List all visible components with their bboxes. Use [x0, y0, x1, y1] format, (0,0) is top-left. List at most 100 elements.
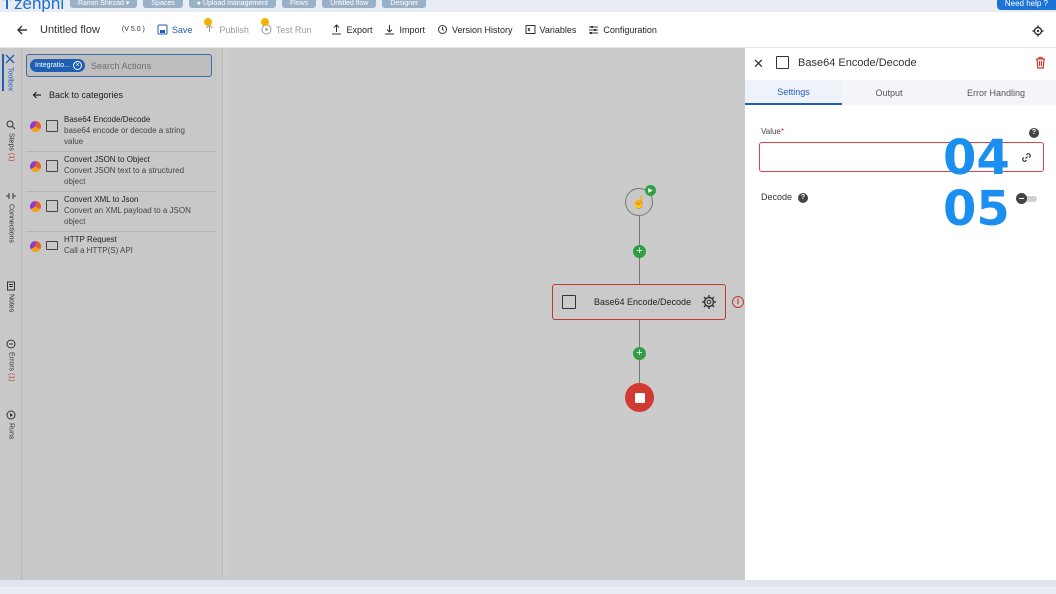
tab-errors[interactable]: Errors (1): [4, 339, 18, 382]
action-name: Convert XML to Json: [64, 195, 139, 204]
pointer-hand-icon: ☝: [631, 195, 647, 209]
base64-icon: [46, 120, 58, 132]
breadcrumb-designer[interactable]: Designer: [382, 0, 427, 8]
flow-title[interactable]: Untitled flow: [40, 24, 100, 36]
configuration-button[interactable]: Configuration: [588, 24, 657, 35]
back-to-categories-link[interactable]: Back to categories: [32, 90, 123, 100]
panel-title: Base64 Encode/Decode: [798, 57, 917, 69]
list-item[interactable]: Convert JSON to Object Convert JSON text…: [26, 152, 216, 192]
toolbox-icon: [5, 54, 15, 64]
tab-connections-label: Connections: [7, 204, 15, 243]
breadcrumb-spaces[interactable]: Spaces: [143, 0, 183, 8]
zenphi-logo-icon: [30, 161, 41, 172]
steps-text: Steps: [7, 133, 15, 151]
value-help-icon[interactable]: ?: [1029, 128, 1039, 138]
flow-canvas[interactable]: ☝ ▶ + Base64 Encode/Decode i +: [226, 48, 745, 580]
end-stop-node[interactable]: [625, 383, 654, 412]
action-text: Base64 Encode/Decode base64 encode or de…: [64, 115, 199, 147]
add-step-plus-icon[interactable]: +: [633, 245, 646, 258]
tab-settings[interactable]: Settings: [745, 80, 842, 105]
step-error-info-icon[interactable]: i: [732, 296, 744, 308]
decode-help-icon[interactable]: ?: [798, 193, 808, 203]
zenphi-logo-icon: [30, 241, 41, 252]
connections-icon: [6, 193, 16, 199]
tab-toolbox-label: Toolbox: [6, 67, 14, 92]
annotation-step-04: 04: [943, 130, 1010, 186]
version-history-label: Version History: [451, 24, 513, 35]
add-step-plus-icon[interactable]: +: [633, 347, 646, 360]
taskbar-line: [0, 587, 1056, 594]
breadcrumb-space[interactable]: ● Upload management: [188, 0, 276, 8]
annotation-step-05: 05: [943, 181, 1010, 237]
zenphi-logo-icon: [30, 201, 41, 212]
test-run-button[interactable]: Test Run: [260, 18, 311, 35]
breadcrumb-user[interactable]: Ramin Shirzad ▾: [70, 0, 138, 8]
tab-output[interactable]: Output: [842, 80, 936, 105]
runs-icon: [6, 410, 16, 420]
link-icon[interactable]: [1020, 151, 1033, 164]
decode-toggle[interactable]: [1016, 193, 1038, 204]
import-button[interactable]: Import: [384, 24, 425, 35]
import-label: Import: [399, 24, 425, 35]
history-icon: [437, 25, 447, 34]
search-actions-input[interactable]: [91, 60, 202, 71]
sliders-icon: [589, 26, 599, 34]
save-button[interactable]: Save: [157, 24, 192, 35]
steps-count: (1): [7, 152, 15, 162]
variables-icon: [525, 25, 536, 34]
search-icon: [6, 120, 16, 130]
required-asterisk: *: [780, 127, 784, 136]
list-item[interactable]: HTTP Request Call a HTTP(S) API: [26, 232, 216, 260]
action-description: Call a HTTP(S) API: [64, 246, 133, 255]
errors-text: Errors: [7, 352, 15, 372]
breadcrumb-flow[interactable]: Untitled flow: [322, 0, 377, 8]
action-description: base64 encode or decode a string value: [64, 126, 185, 146]
designer-toolbar: Untitled flow (V 5.0 ) Save Publish Test…: [0, 12, 1056, 48]
version-history-button[interactable]: Version History: [437, 24, 513, 35]
step-properties-panel: ✕ Base64 Encode/Decode Settings Output E…: [745, 48, 1056, 580]
export-button[interactable]: Export: [331, 24, 372, 35]
delete-trash-icon[interactable]: [1035, 56, 1046, 69]
back-to-categories-label: Back to categories: [49, 90, 124, 100]
base64-icon: [562, 295, 576, 309]
variables-label: Variables: [539, 24, 577, 35]
back-arrow-icon: [32, 91, 41, 99]
category-filter-chip[interactable]: Integratio... ×: [30, 59, 86, 72]
tab-toolbox[interactable]: Toolbox: [2, 54, 16, 92]
tab-connections[interactable]: Connections: [4, 191, 18, 243]
list-item[interactable]: Base64 Encode/Decode base64 encode or de…: [26, 112, 216, 152]
value-label-text: Value: [761, 127, 781, 136]
tab-steps[interactable]: Steps (1): [4, 120, 18, 161]
close-icon[interactable]: ✕: [753, 56, 764, 72]
tab-error-handling[interactable]: Error Handling: [936, 80, 1056, 105]
start-play-icon[interactable]: ▶: [645, 185, 656, 196]
breadcrumb-flows[interactable]: Flows: [281, 0, 317, 8]
breadcrumb: Ramin Shirzad ▾ Spaces ● Upload manageme…: [70, 0, 427, 8]
step-settings-gear-icon[interactable]: [701, 294, 717, 310]
base64-icon: [776, 56, 789, 69]
value-field-label: Value*: [761, 127, 784, 136]
list-item[interactable]: Convert XML to Json Convert an XML paylo…: [26, 192, 216, 232]
settings-gear-icon[interactable]: [1032, 24, 1044, 37]
variables-button[interactable]: Variables: [525, 24, 577, 35]
step-node-base64[interactable]: Base64 Encode/Decode: [552, 284, 726, 320]
tab-notes[interactable]: Notes: [4, 281, 18, 312]
step-node-label: Base64 Encode/Decode: [594, 297, 692, 307]
publish-label: Publish: [219, 24, 249, 35]
action-text: Convert JSON to Object Convert JSON text…: [64, 155, 199, 187]
publish-button[interactable]: Publish: [204, 18, 249, 35]
chip-remove-icon[interactable]: ×: [73, 61, 83, 70]
action-list: Base64 Encode/Decode base64 encode or de…: [26, 112, 216, 260]
breadcrumb-label: Upload management: [202, 0, 268, 7]
need-help-button[interactable]: Need help ?: [996, 0, 1056, 10]
breadcrumb-label: Ramin Shirzad: [78, 0, 124, 7]
tab-notes-label: Notes: [7, 294, 15, 313]
action-text: Convert XML to Json Convert an XML paylo…: [64, 195, 199, 227]
os-taskbar-strip: [0, 580, 1056, 594]
export-icon: [332, 24, 342, 35]
back-arrow-icon[interactable]: [14, 22, 30, 38]
action-name: Convert JSON to Object: [64, 155, 150, 164]
tab-runs[interactable]: Runs: [4, 410, 18, 439]
decode-label-text: Decode: [761, 192, 793, 202]
http-icon: [46, 241, 58, 250]
